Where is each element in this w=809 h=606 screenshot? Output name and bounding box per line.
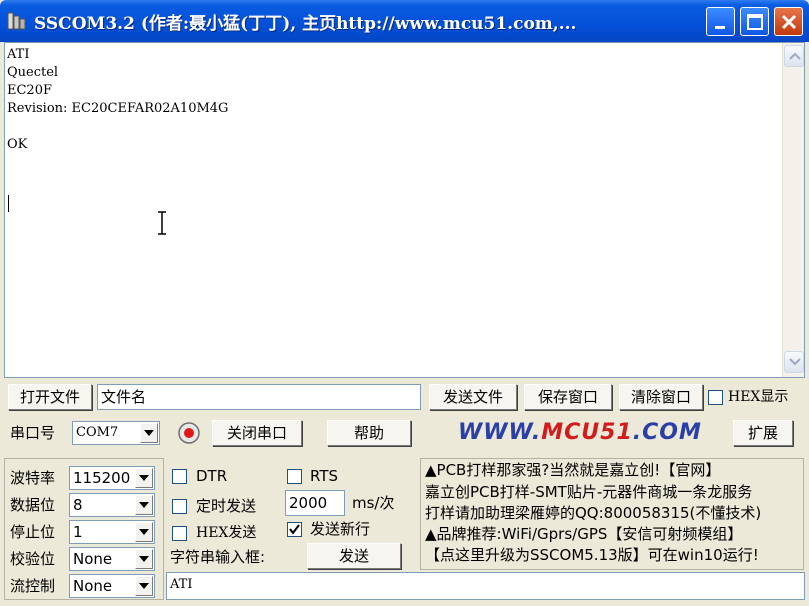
dtr-checkbox[interactable]: [172, 469, 187, 484]
receive-area[interactable]: ATI Quectel EC20F Revision: EC20CEFAR02A…: [4, 42, 805, 378]
baud-dropdown-button[interactable]: [135, 468, 153, 488]
hex-send-checkbox[interactable]: [172, 526, 187, 541]
hex-display-checkbox[interactable]: [708, 390, 723, 405]
flow-control-select[interactable]: None: [69, 574, 155, 598]
string-input-label: 字符串输入框:: [170, 548, 266, 566]
parity-label: 校验位: [10, 550, 56, 568]
receive-text: ATI Quectel EC20F Revision: EC20CEFAR02A…: [7, 47, 229, 152]
interval-input[interactable]: 2000: [285, 490, 345, 516]
ad-line-4[interactable]: ▲品牌推荐:WiFi/Gprs/GPS【安信可射频模组】: [425, 524, 742, 545]
port-status-indicator-icon: [178, 422, 200, 444]
flow-control-dropdown-button[interactable]: [135, 576, 153, 596]
scroll-up-button[interactable]: [784, 45, 804, 67]
ad-line-1[interactable]: ▲PCB打样那家强?当然就是嘉立创!【官网】: [425, 460, 720, 481]
flow-control-value: None: [73, 577, 113, 595]
open-file-button[interactable]: 打开文件: [8, 384, 92, 410]
receive-scrollbar[interactable]: [782, 43, 804, 377]
send-newline-label: 发送新行: [310, 520, 371, 538]
logo-part-mcu51: MCU51: [541, 420, 633, 445]
save-window-button[interactable]: 保存窗口: [524, 384, 612, 410]
text-caret: [8, 195, 9, 212]
title-bar[interactable]: SSCOM3.2 (作者:聂小猛(丁丁), 主页http://www.mcu51…: [0, 0, 809, 42]
parity-dropdown-button[interactable]: [135, 549, 153, 569]
send-input[interactable]: ATI: [166, 572, 805, 600]
clear-window-button[interactable]: 清除窗口: [619, 384, 703, 410]
chevron-down-icon: [139, 583, 149, 589]
ibeam-cursor-icon: [158, 211, 166, 235]
hex-display-label: HEX显示: [728, 389, 789, 405]
port-label: 串口号: [10, 424, 56, 442]
chevron-down-icon: [139, 475, 149, 481]
baud-select[interactable]: 115200: [69, 466, 155, 490]
maximize-button[interactable]: [740, 7, 769, 36]
chevron-down-icon: [139, 529, 149, 535]
chevron-down-icon: [144, 430, 154, 436]
chevron-down-icon: [139, 502, 149, 508]
mcu51-logo[interactable]: WWW.MCU51.COM: [458, 420, 702, 445]
baud-label: 波特率: [10, 469, 56, 487]
ad-line-5[interactable]: 【点这里升级为SSCOM5.13版】可在win10运行!: [425, 545, 759, 566]
data-bits-select[interactable]: 8: [69, 493, 155, 517]
send-button[interactable]: 发送: [307, 543, 401, 569]
flow-control-label: 流控制: [10, 577, 56, 595]
parity-select[interactable]: None: [69, 547, 155, 571]
minimize-button[interactable]: [706, 7, 735, 36]
parity-value: None: [73, 550, 113, 568]
interval-unit-label: ms/次: [352, 494, 395, 512]
data-bits-value: 8: [73, 496, 83, 514]
baud-value: 115200: [73, 469, 131, 487]
close-icon: [781, 14, 797, 30]
arrow-up-icon: [789, 52, 801, 60]
close-port-button[interactable]: 关闭串口: [212, 420, 302, 446]
send-file-button[interactable]: 发送文件: [429, 384, 517, 410]
app-icon: [7, 12, 26, 30]
ad-line-2[interactable]: 嘉立创PCB打样-SMT贴片-元器件商城一条龙服务: [425, 482, 752, 503]
timed-send-label: 定时发送: [196, 497, 257, 515]
rts-checkbox[interactable]: [287, 469, 302, 484]
minimize-icon: [715, 26, 725, 29]
checkmark-icon: [289, 524, 300, 535]
port-value: COM7: [76, 425, 119, 440]
stop-bits-label: 停止位: [10, 523, 56, 541]
chevron-down-icon: [139, 556, 149, 562]
maximize-icon: [747, 14, 763, 30]
stop-bits-value: 1: [73, 523, 83, 541]
port-select[interactable]: COM7: [72, 421, 160, 445]
rts-label: RTS: [310, 467, 339, 485]
timed-send-checkbox[interactable]: [172, 499, 187, 514]
stop-bits-dropdown-button[interactable]: [135, 522, 153, 542]
window-title: SSCOM3.2 (作者:聂小猛(丁丁), 主页http://www.mcu51…: [34, 14, 577, 34]
file-name-field[interactable]: 文件名: [97, 384, 421, 410]
hex-send-label: HEX发送: [196, 525, 257, 541]
logo-part-www: WWW.: [458, 420, 542, 445]
ad-line-3[interactable]: 打样请加助理梁雁婷的QQ:800058315(不懂技术): [425, 503, 761, 524]
port-dropdown-button[interactable]: [140, 423, 158, 443]
help-button[interactable]: 帮助: [327, 420, 411, 446]
send-newline-checkbox[interactable]: [287, 522, 302, 537]
scroll-down-button[interactable]: [784, 351, 804, 373]
dtr-label: DTR: [196, 467, 228, 485]
expand-button[interactable]: 扩展: [733, 420, 793, 446]
arrow-down-icon: [789, 358, 801, 366]
logo-part-com: .COM: [632, 420, 702, 445]
stop-bits-select[interactable]: 1: [69, 520, 155, 544]
data-bits-label: 数据位: [10, 496, 56, 514]
close-button[interactable]: [774, 7, 803, 36]
data-bits-dropdown-button[interactable]: [135, 495, 153, 515]
